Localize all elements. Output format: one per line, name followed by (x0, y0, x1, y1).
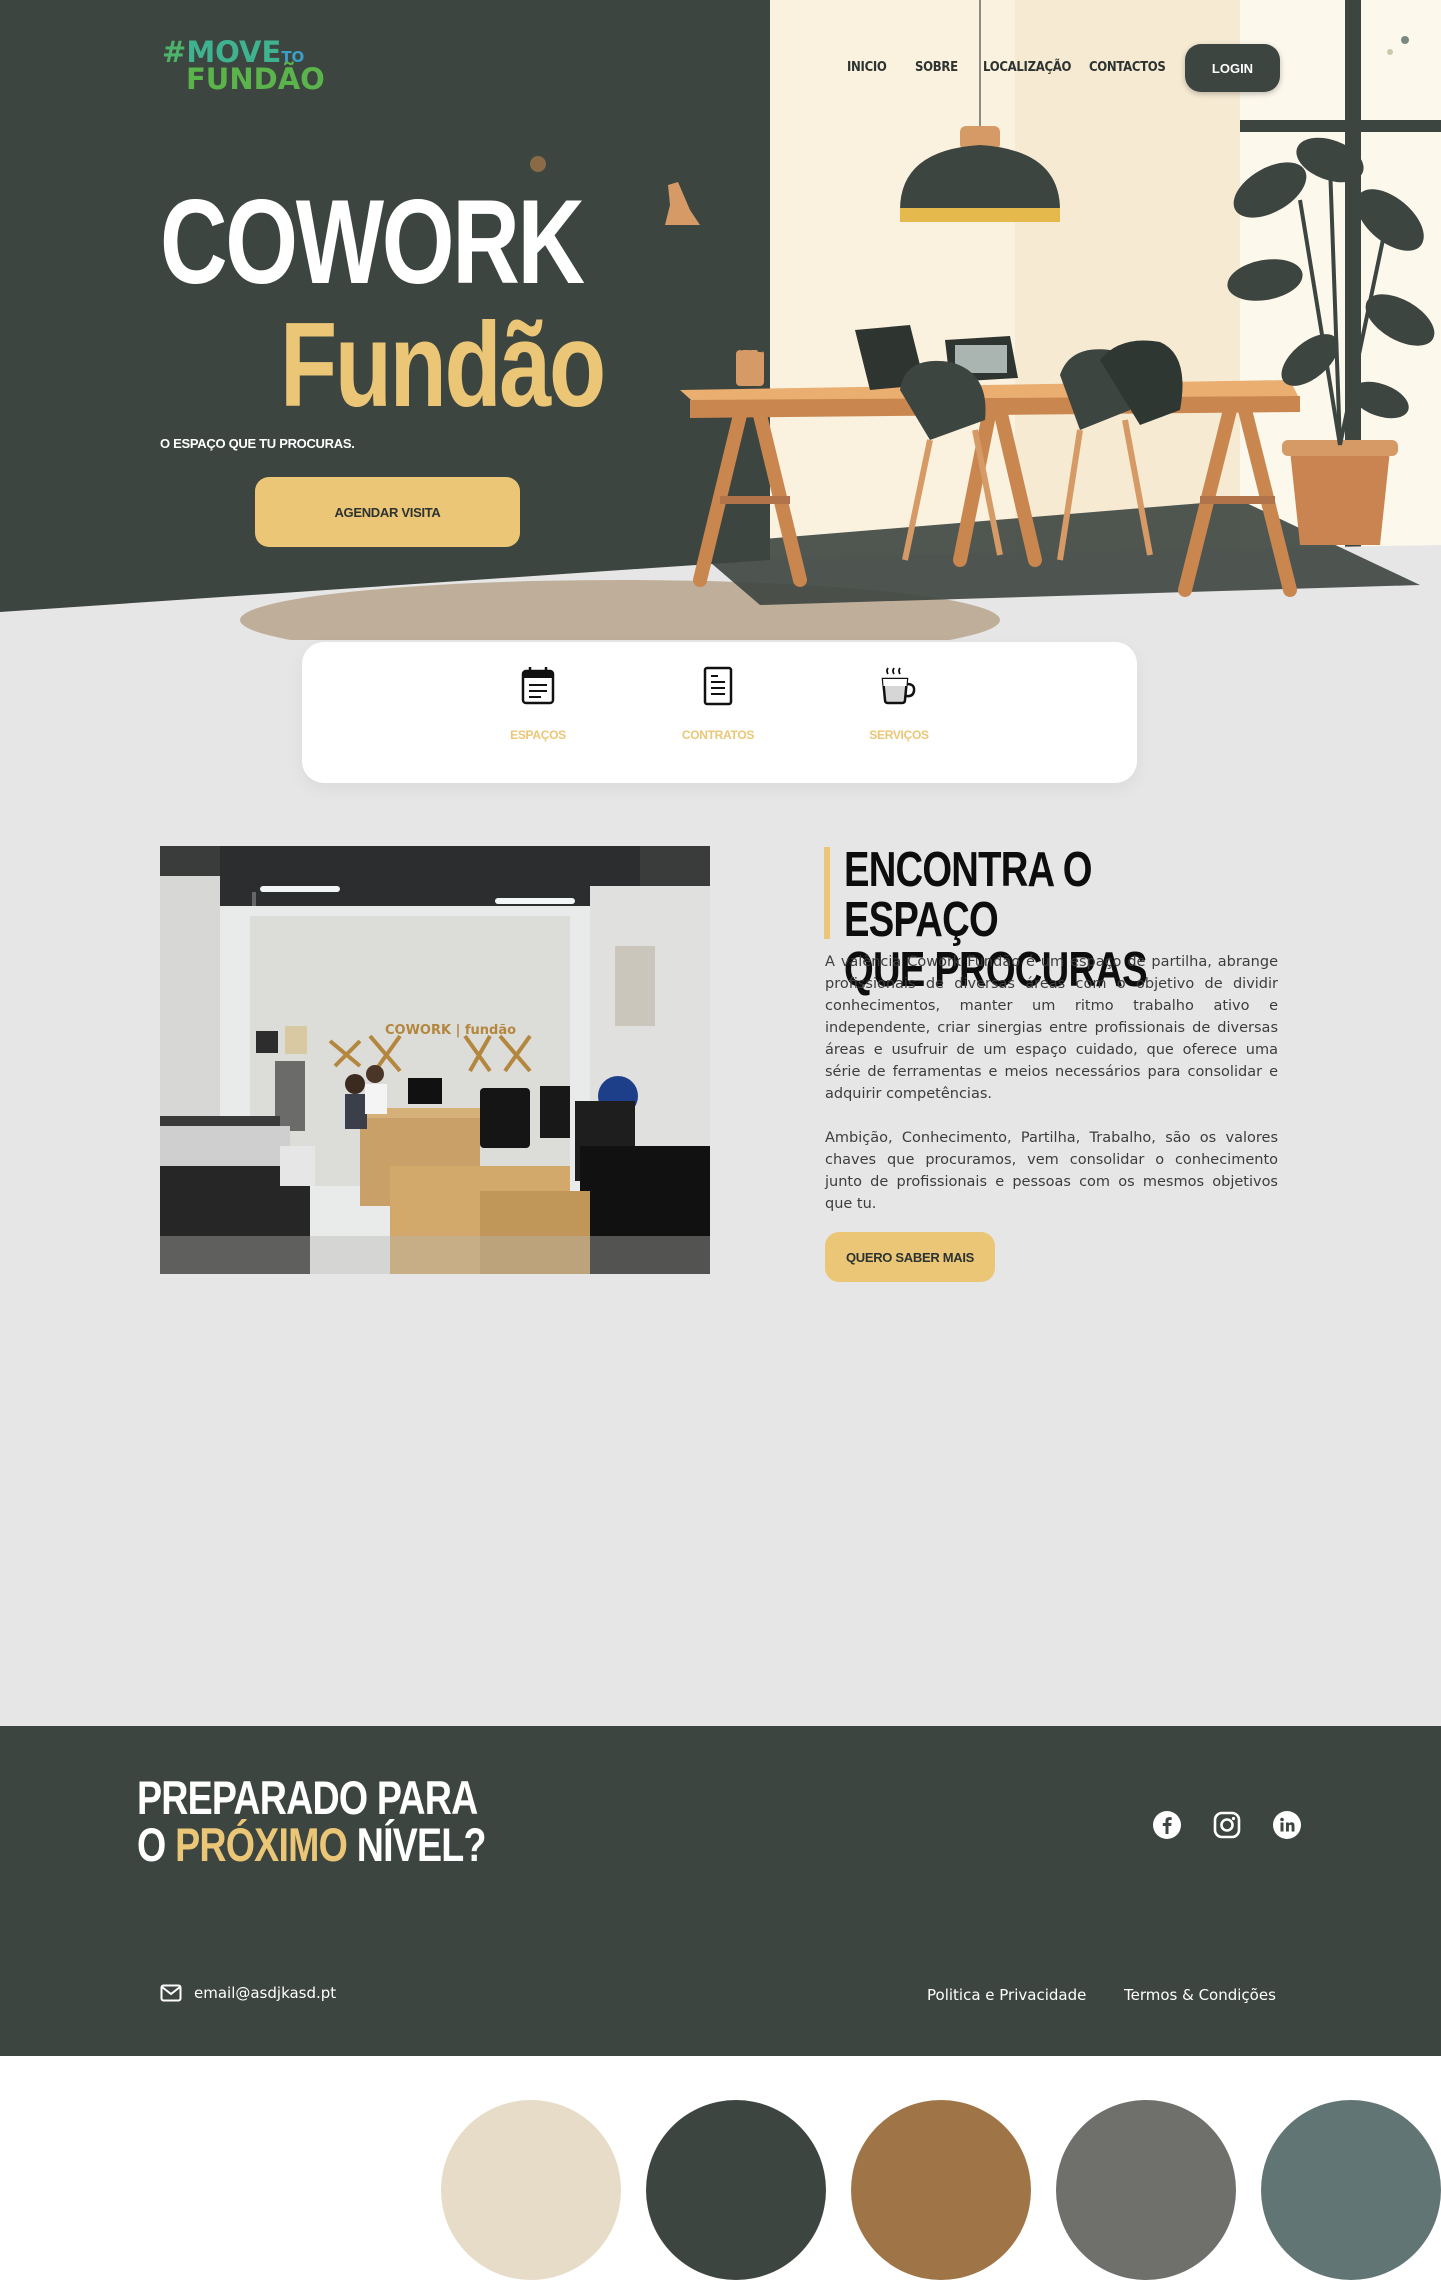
feature-label: ESPAÇOS (510, 728, 566, 742)
footer-email[interactable]: email@asdjkasd.pt (160, 1984, 336, 2002)
privacy-link[interactable]: Politica e Privacidade (927, 1986, 1086, 2004)
palette-swatch (646, 2100, 826, 2280)
hero-title: COWORK (160, 175, 585, 309)
login-button[interactable]: LOGIN (1185, 44, 1280, 92)
palette-swatch (1056, 2100, 1236, 2280)
cowork-photo: COWORK | fundão (160, 846, 710, 1274)
hero-subtitle: Fundão (280, 298, 606, 432)
features-card: ESPAÇOS CONTRATOS SERVIÇOS (302, 642, 1137, 783)
footer-title-line1: PREPARADO PARA (137, 1771, 478, 1824)
nav-item-contactos[interactable]: CONTACTOS (1089, 60, 1166, 75)
footer-title-line2: O PRÓXIMO NÍVEL? (137, 1821, 486, 1868)
logo-hash: # (162, 35, 187, 69)
instagram-icon[interactable] (1212, 1810, 1242, 1840)
feature-label: SERVIÇOS (869, 728, 929, 742)
about-paragraph-2: Ambição, Conhecimento, Partilha, Trabalh… (825, 1130, 1278, 1212)
schedule-visit-button[interactable]: AGENDAR VISITA (255, 477, 520, 547)
mail-icon (160, 1984, 182, 2002)
terms-link[interactable]: Termos & Condições (1124, 1986, 1276, 2004)
palette-swatch (851, 2100, 1031, 2280)
footer-title-accent: PRÓXIMO (175, 1818, 348, 1871)
palette-swatch (441, 2100, 621, 2280)
logo[interactable]: #MOVETO FUNDÃO (162, 38, 325, 94)
coffee-cup-icon (881, 667, 916, 705)
footer-title-suffix: NÍVEL? (347, 1818, 487, 1871)
color-palette (0, 2056, 1441, 2280)
linkedin-icon[interactable] (1272, 1810, 1302, 1840)
hero-tagline: O ESPAÇO QUE TU PROCURAS. (160, 436, 355, 451)
about-paragraph-1: A valência Cowork Fundão é um espaço de … (825, 954, 1278, 1102)
footer-title-prefix: O (137, 1818, 176, 1871)
footer-title: PREPARADO PARA O PRÓXIMO NÍVEL? (137, 1774, 486, 1868)
feature-label: CONTRATOS (681, 728, 755, 742)
nav-item-inicio[interactable]: INICIO (847, 60, 887, 75)
about-text: A valência Cowork Fundão é um espaço de … (825, 951, 1278, 1215)
feature-servicos[interactable]: SERVIÇOS (829, 666, 969, 742)
learn-more-button[interactable]: QUERO SABER MAIS (825, 1232, 995, 1282)
email-address: email@asdjkasd.pt (194, 1984, 337, 2002)
hero-section: #MOVETO FUNDÃO INICIO SOBRE LOCALIZAÇÃO … (0, 0, 1441, 640)
feature-contratos[interactable]: CONTRATOS (648, 666, 788, 742)
nav-item-sobre[interactable]: SOBRE (915, 60, 958, 75)
palette-swatch (1261, 2100, 1441, 2280)
footer: PREPARADO PARA O PRÓXIMO NÍVEL? email@as… (0, 1726, 1441, 2056)
feature-espacos[interactable]: ESPAÇOS (468, 666, 608, 742)
calendar-icon (521, 667, 555, 705)
hero-illustration (0, 0, 1441, 640)
title-accent-bar (824, 847, 830, 939)
photo-sign: COWORK | fundão (385, 1023, 516, 1038)
document-icon (703, 666, 733, 706)
logo-word-fundao: FUNDÃO (186, 62, 325, 96)
nav-item-localizacao[interactable]: LOCALIZAÇÃO (983, 60, 1071, 75)
facebook-icon[interactable] (1152, 1810, 1182, 1840)
